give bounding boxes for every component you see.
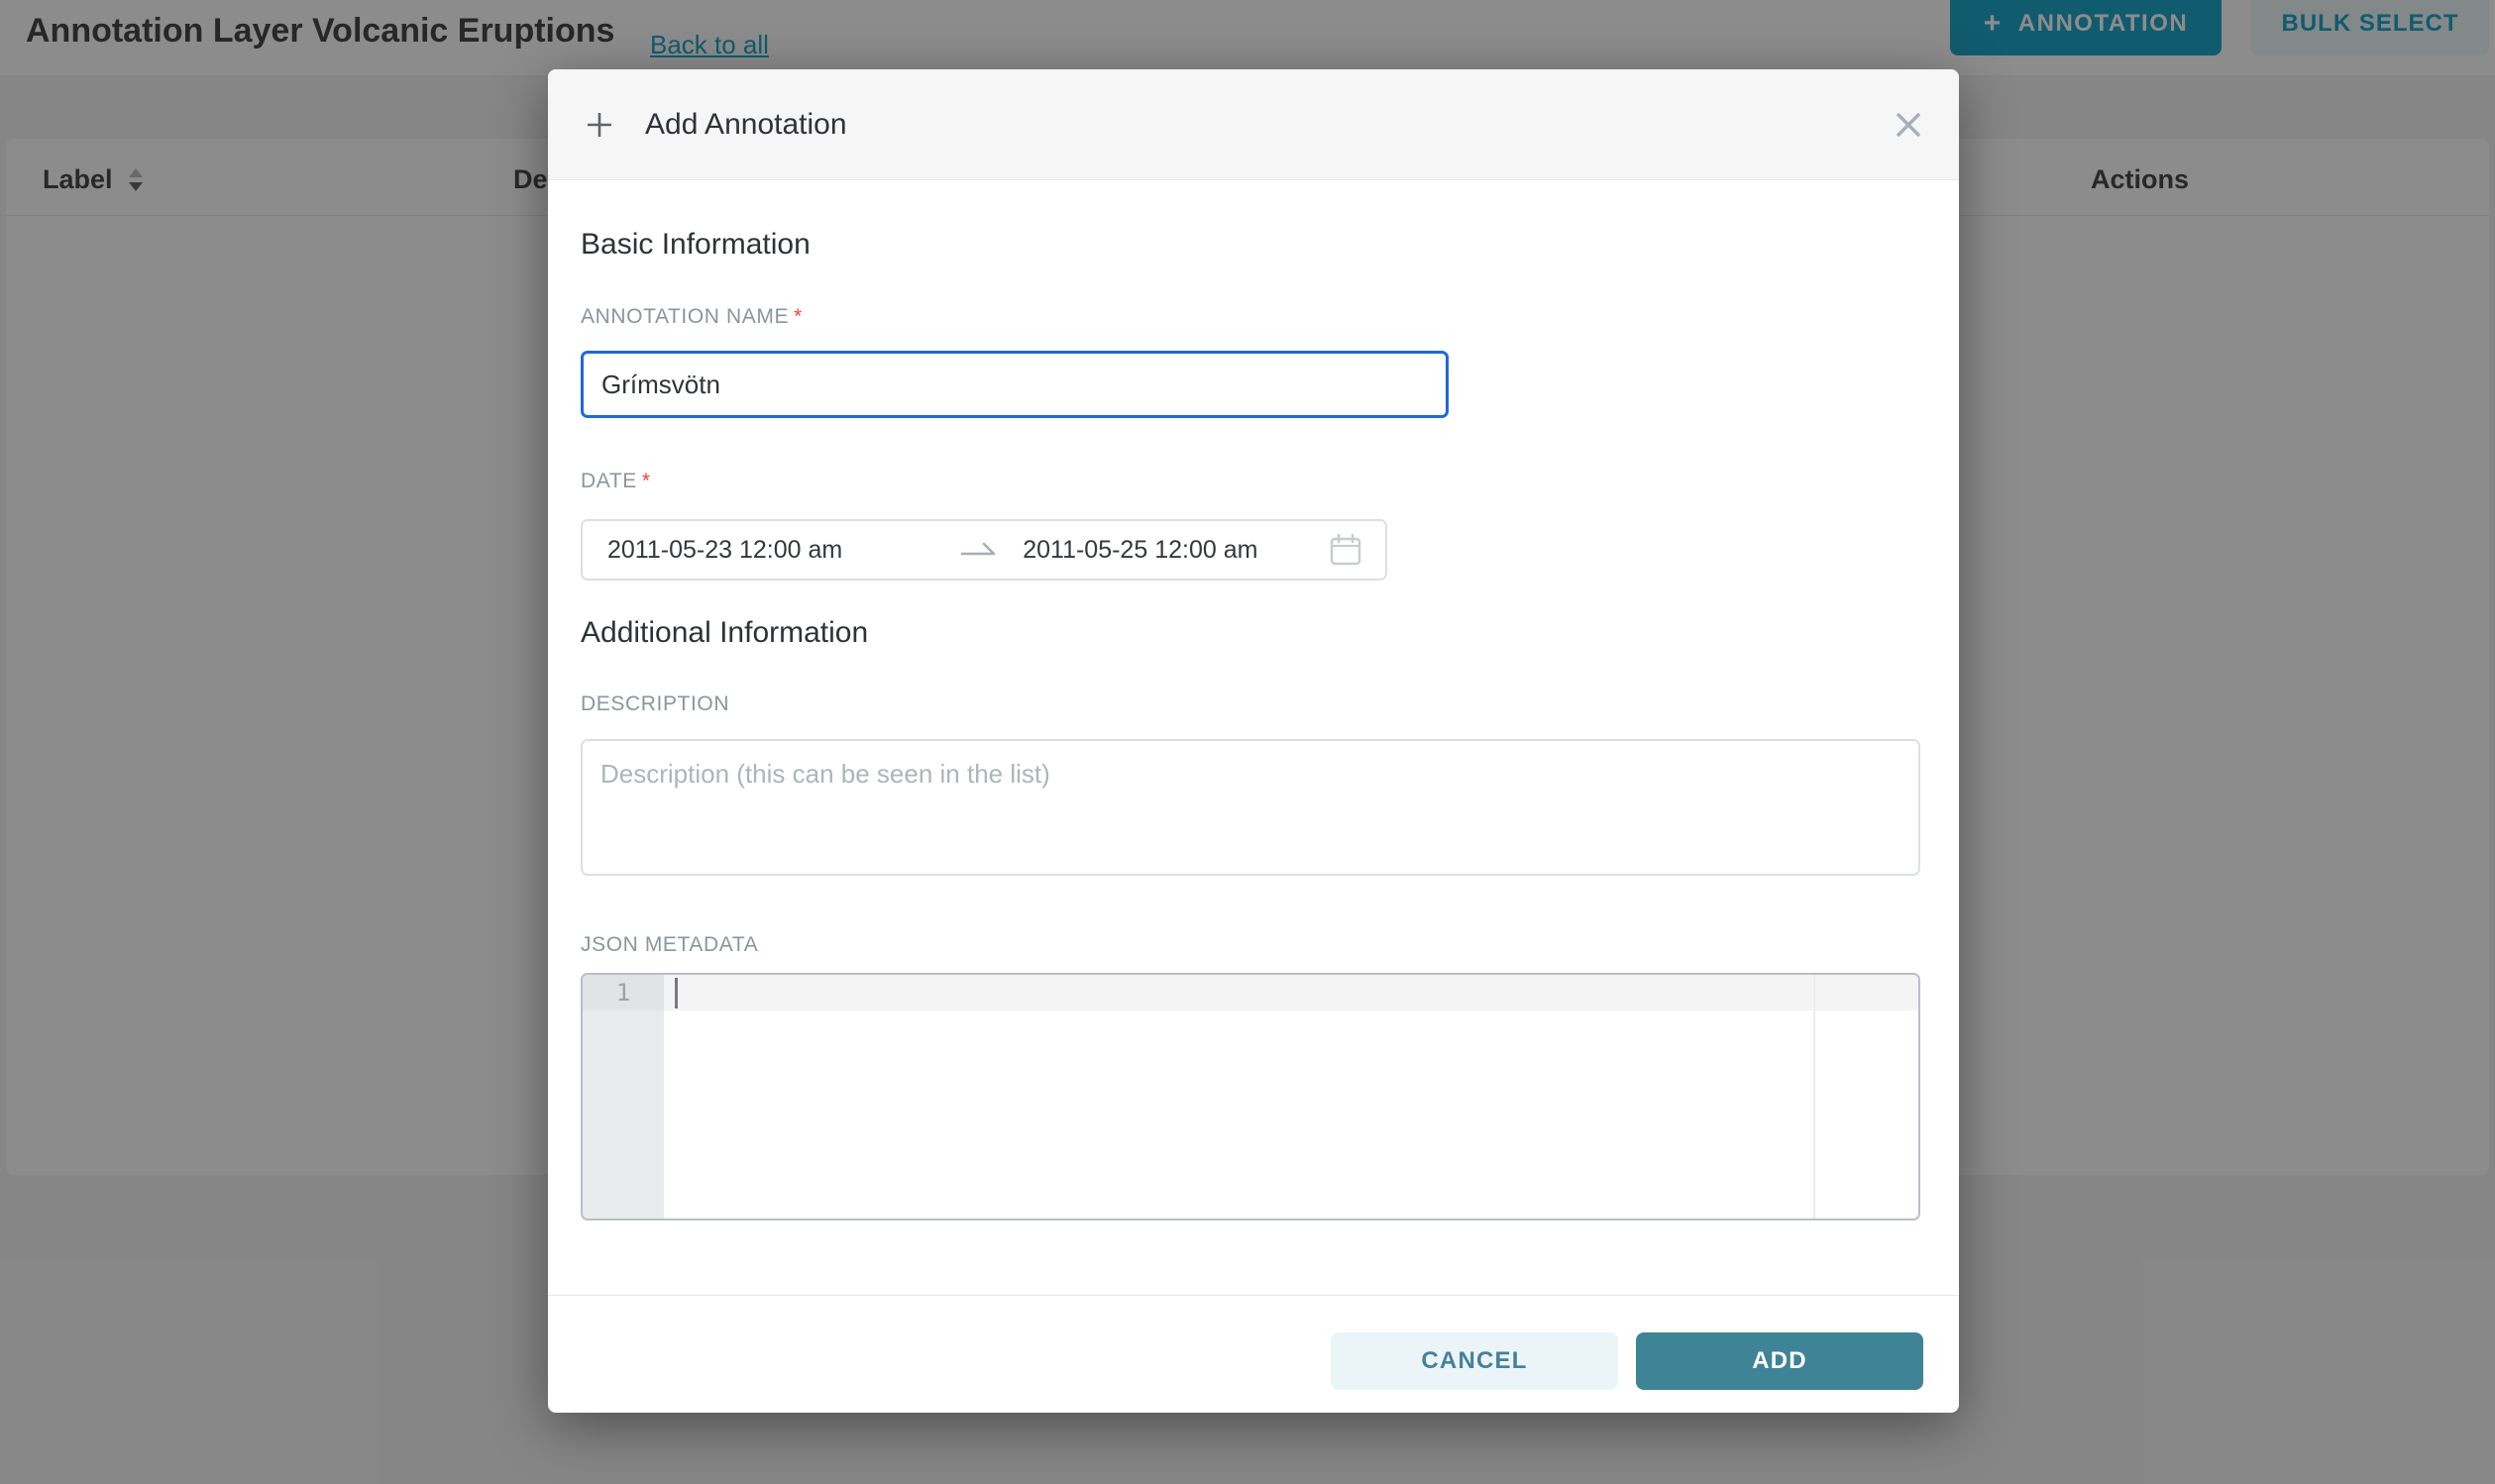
annotation-name-label: ANNOTATION NAME* <box>581 305 803 329</box>
modal-body: Basic Information ANNOTATION NAME* DATE*… <box>548 180 1959 1295</box>
section-basic-information: Basic Information <box>581 228 811 262</box>
modal-header: Add Annotation <box>548 69 1959 180</box>
modal-title: Add Annotation <box>645 108 847 142</box>
description-textarea[interactable] <box>581 739 1920 876</box>
calendar-icon[interactable] <box>1330 533 1361 567</box>
cancel-button[interactable]: CANCEL <box>1331 1332 1618 1390</box>
json-metadata-label: JSON METADATA <box>581 933 758 957</box>
editor-print-margin-line <box>1813 975 1815 1219</box>
close-icon[interactable] <box>1894 110 1923 140</box>
editor-active-line <box>664 975 1918 1010</box>
date-end-value[interactable]: 2011-05-25 12:00 am <box>1023 536 1257 565</box>
editor-line-number: 1 <box>583 979 664 1007</box>
editor-gutter <box>583 975 664 1219</box>
add-annotation-modal: Add Annotation Basic Information ANNOTAT… <box>548 69 1959 1413</box>
modal-footer: CANCEL ADD <box>548 1295 1959 1413</box>
add-button[interactable]: ADD <box>1636 1332 1923 1390</box>
swap-right-arrow-icon <box>959 539 999 561</box>
description-label: DESCRIPTION <box>581 692 729 716</box>
required-asterisk: * <box>794 305 803 328</box>
date-label: DATE* <box>581 470 651 493</box>
json-metadata-editor[interactable]: 1 <box>581 973 1920 1220</box>
date-range-picker[interactable]: 2011-05-23 12:00 am 2011-05-25 12:00 am <box>581 519 1387 581</box>
date-start-value[interactable]: 2011-05-23 12:00 am <box>607 536 842 565</box>
annotation-name-input[interactable] <box>581 351 1449 418</box>
section-additional-information: Additional Information <box>581 616 868 650</box>
required-asterisk: * <box>642 470 651 492</box>
editor-text-caret <box>675 978 678 1008</box>
plus-icon <box>584 109 615 141</box>
